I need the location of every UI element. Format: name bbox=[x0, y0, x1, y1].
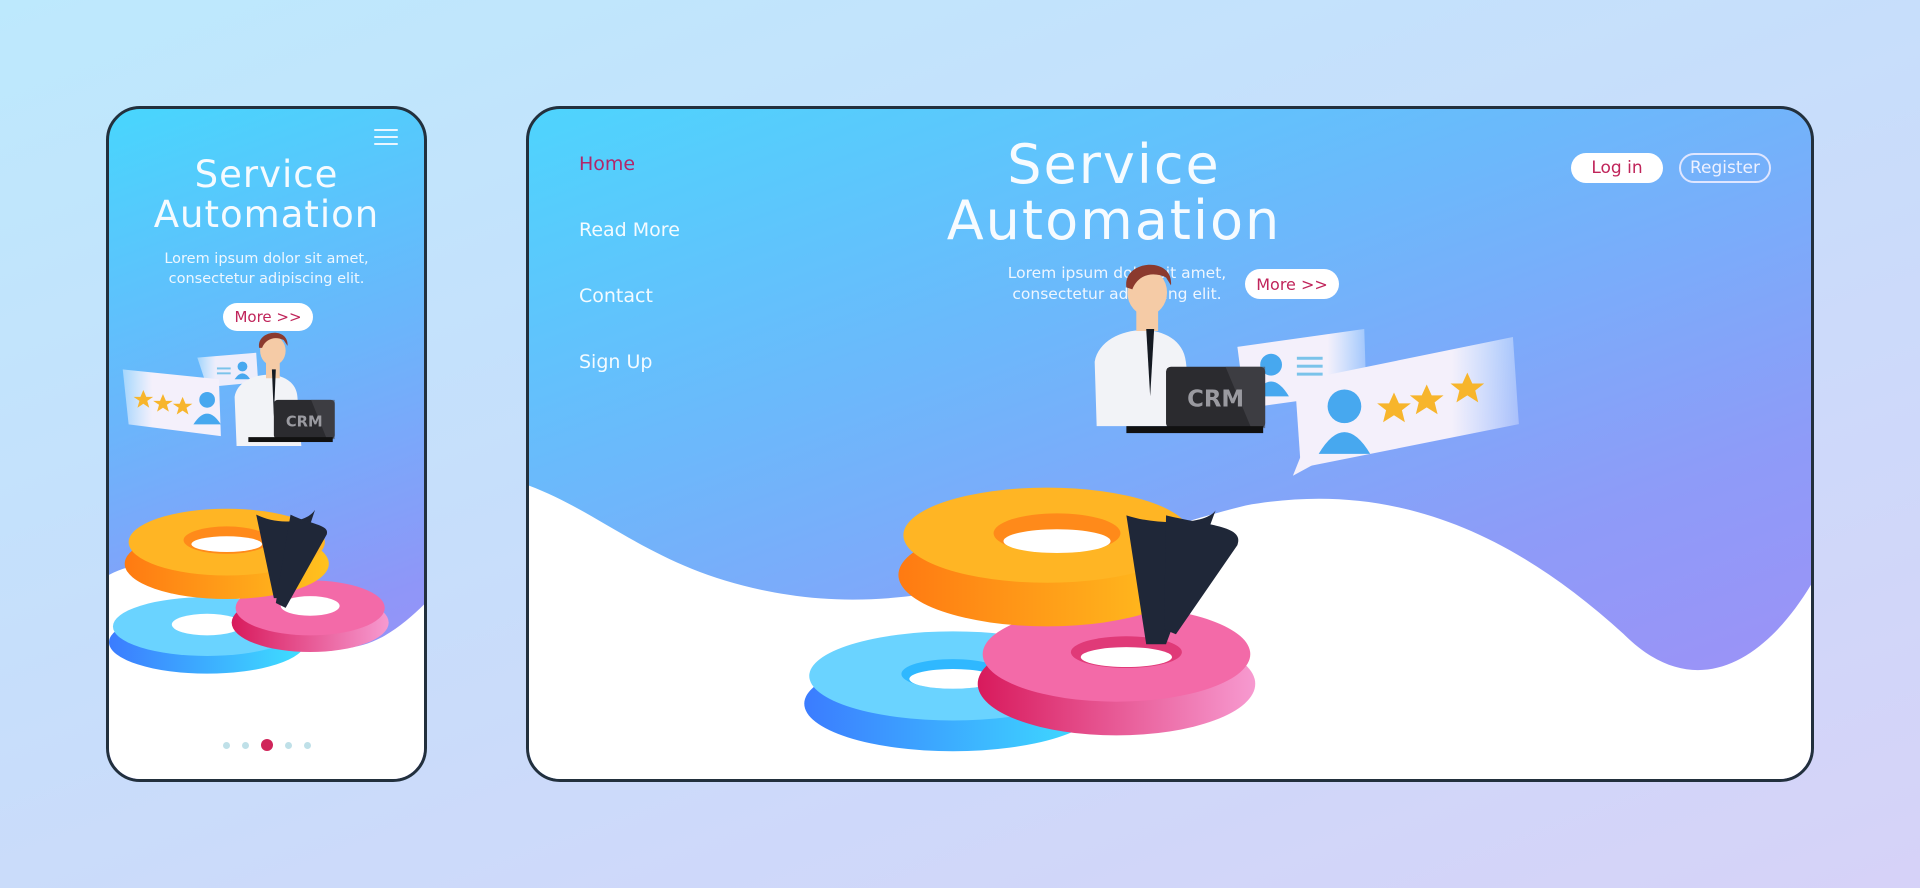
desktop-desc-line-1: Lorem ipsum dolor sit amet, bbox=[1007, 264, 1227, 282]
mobile-screen: Service Automation Lorem ipsum dolor sit… bbox=[106, 106, 427, 782]
pagination-dot-2[interactable] bbox=[241, 741, 249, 749]
register-button[interactable]: Register bbox=[1679, 153, 1771, 183]
pagination-dot-5[interactable] bbox=[303, 741, 311, 749]
mobile-title-line-2: Automation bbox=[153, 193, 380, 236]
pagination-dot-3[interactable] bbox=[260, 739, 273, 751]
pagination-dot-4[interactable] bbox=[284, 741, 292, 749]
mobile-desc-line-2: consectetur adipiscing elit. bbox=[168, 271, 365, 287]
mobile-description: Lorem ipsum dolor sit amet, consectetur … bbox=[109, 249, 424, 289]
mobile-desc-line-1: Lorem ipsum dolor sit amet, bbox=[164, 251, 369, 267]
nav-item-read-more[interactable]: Read More bbox=[579, 219, 680, 241]
desktop-screen: Home Read More Contact Sign Up Service Auto… bbox=[526, 106, 1814, 782]
mobile-page-title: Service Automation bbox=[109, 155, 424, 235]
desktop-description: Lorem ipsum dolor sit amet, consectetur … bbox=[995, 263, 1239, 305]
mobile-pagination bbox=[109, 739, 424, 751]
login-button[interactable]: Log in bbox=[1571, 153, 1663, 183]
nav-item-home[interactable]: Home bbox=[579, 153, 680, 175]
desktop-more-button[interactable]: More >> bbox=[1245, 269, 1339, 299]
desktop-title-line-1: Service bbox=[1007, 133, 1221, 196]
hamburger-menu-icon[interactable] bbox=[374, 129, 398, 145]
pagination-dot-1[interactable] bbox=[222, 741, 230, 749]
nav-item-contact[interactable]: Contact bbox=[579, 285, 680, 307]
desktop-title-line-2: Automation bbox=[946, 189, 1282, 252]
mobile-more-button[interactable]: More >> bbox=[223, 303, 313, 331]
desktop-desc-line-2: consectetur adipiscing elit. bbox=[1012, 285, 1222, 303]
desktop-page-title: Service Automation bbox=[799, 137, 1429, 249]
nav-item-sign-up[interactable]: Sign Up bbox=[579, 351, 680, 373]
mobile-title-line-1: Service bbox=[194, 153, 339, 196]
desktop-nav: Home Read More Contact Sign Up bbox=[579, 153, 680, 417]
